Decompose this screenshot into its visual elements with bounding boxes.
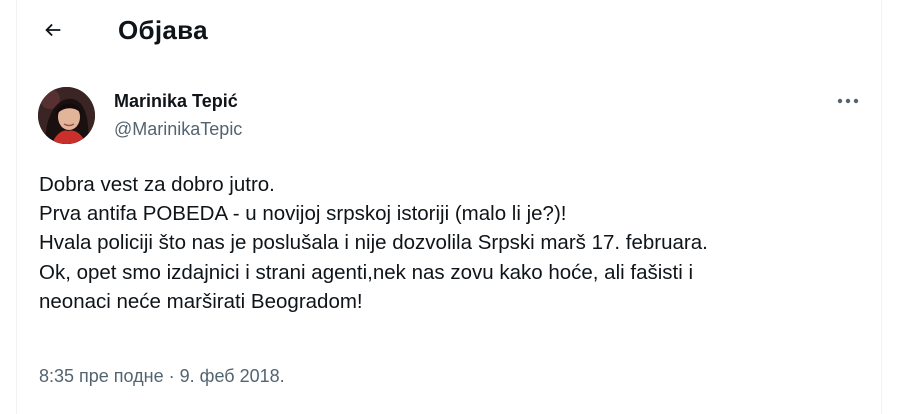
tweet-line: Ok, opet smo izdajnici i strani agenti,n… [39, 260, 694, 284]
author-handle[interactable]: @MarinikaTepic [114, 119, 242, 140]
back-button[interactable] [35, 14, 71, 50]
tweet-line: Prva antifa POBEDA - u novijoj srpskoj i… [39, 202, 567, 226]
timestamp-separator: · [168, 366, 175, 386]
post-column: Објава Marinika Tepić @MarinikaTepic Dob… [16, 0, 882, 414]
more-options-button[interactable] [831, 90, 865, 112]
more-horizontal-icon [836, 92, 860, 110]
author-name[interactable]: Marinika Tepić [114, 91, 238, 112]
tweet-time[interactable]: 8:35 пре подне [39, 366, 164, 386]
tweet-text: Dobra vest za dobro jutro. Prva antifa P… [39, 170, 879, 316]
page-header: Објава [17, 0, 881, 66]
tweet-line: neonaci neće marširati Beogradom! [39, 289, 363, 313]
avatar[interactable] [38, 87, 95, 144]
arrow-left-icon [42, 19, 64, 46]
tweet-date[interactable]: 9. феб 2018. [180, 366, 285, 386]
tweet-line: Dobra vest za dobro jutro. [39, 173, 275, 196]
tweet-line: Hvala policiji što nas je poslušala i ni… [39, 231, 708, 255]
page-title: Објава [118, 15, 208, 45]
tweet-timestamp: 8:35 пре подне · 9. феб 2018. [39, 366, 285, 387]
